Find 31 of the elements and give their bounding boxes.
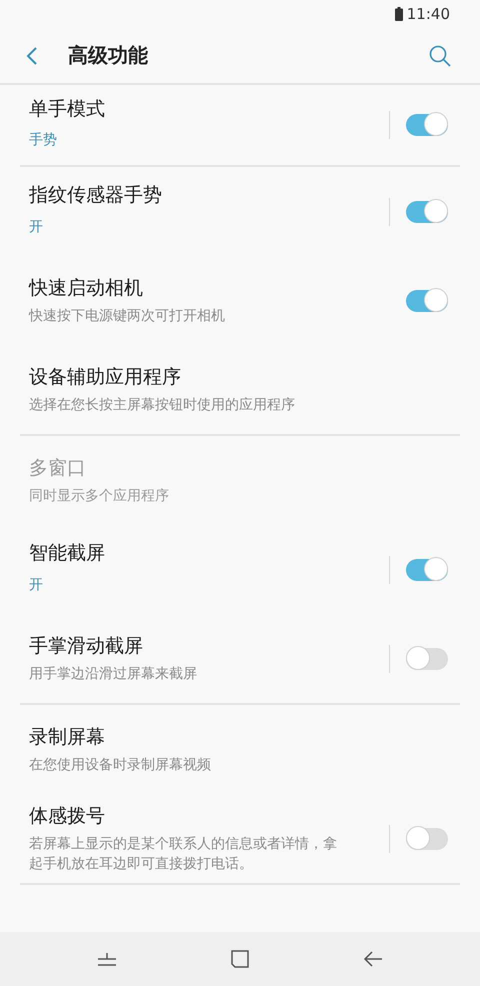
page-title: 高级功能 bbox=[68, 42, 149, 69]
toggle-switch[interactable] bbox=[406, 558, 448, 580]
setting-status: 开 bbox=[29, 218, 44, 237]
toggle-switch[interactable] bbox=[406, 200, 448, 222]
setting-title[interactable]: 录制屏幕 bbox=[29, 724, 105, 750]
setting-title[interactable]: 设备辅助应用程序 bbox=[29, 364, 181, 390]
toggle-switch[interactable] bbox=[406, 828, 448, 850]
setting-title[interactable]: 单手模式 bbox=[29, 96, 105, 122]
setting-status: 手势 bbox=[29, 131, 58, 150]
setting-title[interactable]: 快速启动相机 bbox=[29, 274, 143, 301]
setting-title[interactable]: 指纹传感器手势 bbox=[29, 182, 162, 208]
setting-title[interactable]: 智能截屏 bbox=[29, 540, 105, 566]
setting-status: 开 bbox=[29, 576, 44, 595]
setting-description: 用手掌边沿滑过屏幕来截屏 bbox=[29, 664, 197, 684]
setting-description: 在您使用设备时录制屏幕视频 bbox=[29, 756, 211, 775]
toggle-switch[interactable] bbox=[406, 648, 448, 670]
toggle-switch[interactable] bbox=[406, 290, 448, 312]
setting-description: 同时显示多个应用程序 bbox=[29, 486, 169, 506]
toggle-switch[interactable] bbox=[406, 114, 448, 136]
setting-title[interactable]: 手掌滑动截屏 bbox=[29, 632, 143, 659]
setting-title[interactable]: 体感拨号 bbox=[29, 802, 105, 829]
setting-description: 若屏幕上显示的是某个联系人的信息或者详情，拿起手机放在耳边即可直接拨打电话。 bbox=[29, 834, 338, 874]
home-icon[interactable] bbox=[230, 949, 250, 969]
back-icon[interactable] bbox=[363, 950, 384, 968]
setting-description: 选择在您长按主屏幕按钮时使用的应用程序 bbox=[29, 396, 295, 415]
setting-description: 快速按下电源键两次可打开相机 bbox=[29, 306, 225, 326]
back-icon bbox=[26, 46, 38, 66]
search-icon bbox=[428, 44, 452, 68]
recents-icon[interactable] bbox=[96, 952, 117, 966]
battery-icon bbox=[394, 7, 403, 21]
clock: 11:40 bbox=[406, 5, 450, 23]
